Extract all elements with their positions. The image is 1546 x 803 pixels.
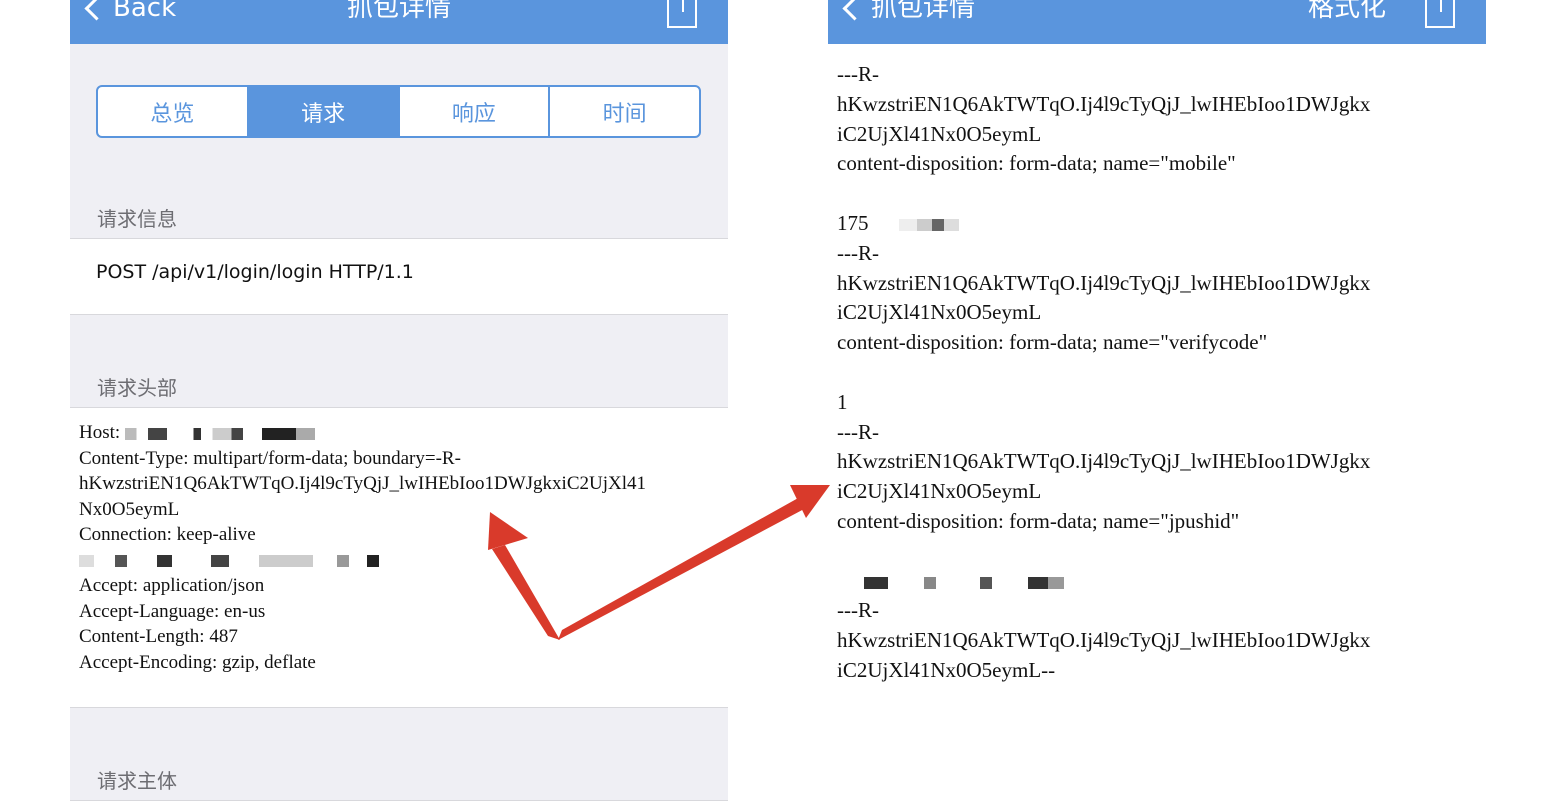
share-icon[interactable] <box>667 0 697 28</box>
body-line: iC2UjXl41Nx0O5eymL <box>837 121 1042 146</box>
body-line: hKwzstriEN1Q6AkTWTqO.Ij4l9cTyQjJ_lwIHEbI… <box>837 270 1371 295</box>
request-body-text: ---R-hKwzstriEN1Q6AkTWTqO.Ij4l9cTyQjJ_lw… <box>837 60 1477 686</box>
section-header-request-info: 请求信息 <box>97 207 177 231</box>
body-line: content-disposition: form-data; name="jp… <box>837 508 1240 533</box>
tab-timing[interactable]: 时间 <box>550 87 699 136</box>
body-line: hKwzstriEN1Q6AkTWTqO.Ij4l9cTyQjJ_lwIHEbI… <box>837 91 1371 116</box>
section-header-request-headers: 请求头部 <box>97 376 177 400</box>
header-boundary-end: Nx0O5eymL <box>79 498 180 520</box>
tab-request[interactable]: 请求 <box>248 87 400 136</box>
body-line: ---R- <box>837 62 879 86</box>
back-label: Back <box>113 0 177 23</box>
right-phone-screen: 抓包详情 格式化 ---R-hKwzstriEN1Q6AkTWTqO.Ij4l9… <box>828 0 1486 803</box>
header-connection: Connection: keep-alive <box>79 524 256 545</box>
left-phone-screen: Back 抓包详情 总览 请求 响应 时间 请求信息 POST /api/v1/… <box>70 0 728 803</box>
header-accept-language: Accept-Language: en-us <box>79 600 266 622</box>
body-line: 1 <box>837 389 848 414</box>
redacted-host <box>124 427 315 440</box>
header-accept: Accept: application/json <box>79 575 265 596</box>
body-line <box>837 567 1477 597</box>
redacted-jpushid <box>864 576 1064 589</box>
body-line: content-disposition: form-data; name="ve… <box>837 330 1268 355</box>
header-host: Host: <box>79 420 719 446</box>
header-content-type: Content-Type: multipart/form-data; bound… <box>79 447 461 469</box>
body-line: ---R- <box>837 419 879 444</box>
back-button-formatted[interactable]: 抓包详情 <box>840 0 975 26</box>
body-line: iC2UjXl41Nx0O5eymL <box>837 479 1042 504</box>
body-line: iC2UjXl41Nx0O5eymL-- <box>837 657 1056 682</box>
nav-bar: Back 抓包详情 <box>70 0 728 44</box>
segmented-control: 总览 请求 响应 时间 <box>96 85 701 138</box>
headers-text: Host: Content-Type: multipart/form-data;… <box>79 420 719 675</box>
request-line: POST /api/v1/login/login HTTP/1.1 <box>96 261 414 283</box>
tab-response[interactable]: 响应 <box>400 87 551 136</box>
body-line <box>837 537 1477 567</box>
header-boundary-cont: hKwzstriEN1Q6AkTWTqO.Ij4l9cTyQjJ_lwIHEbI… <box>79 473 647 494</box>
header-content-length: Content-Length: 487 <box>79 626 238 647</box>
body-line: iC2UjXl41Nx0O5eymL <box>837 300 1042 325</box>
share-icon[interactable] <box>1425 0 1455 28</box>
redacted-mobile <box>898 219 959 232</box>
format-button[interactable]: 格式化 <box>1308 0 1386 26</box>
back-button[interactable]: Back <box>82 0 176 26</box>
arrow-head-right <box>790 485 830 518</box>
body-line: ---R- <box>837 598 879 623</box>
body-line <box>837 358 1477 388</box>
header-redacted <box>79 548 719 574</box>
body-line: content-disposition: form-data; name="mo… <box>837 151 1236 176</box>
request-info-cell: POST /api/v1/login/login HTTP/1.1 <box>70 238 728 315</box>
chevron-left-icon <box>842 0 867 21</box>
body-line: hKwzstriEN1Q6AkTWTqO.Ij4l9cTyQjJ_lwIHEbI… <box>837 628 1371 653</box>
body-line <box>837 179 1477 209</box>
nav-bar-formatted: 抓包详情 格式化 <box>828 0 1486 44</box>
tab-overview[interactable]: 总览 <box>98 87 249 136</box>
header-accept-encoding: Accept-Encoding: gzip, deflate <box>79 651 316 673</box>
chevron-left-icon <box>84 0 109 21</box>
nav-title-left: 抓包详情 <box>871 0 976 23</box>
body-line: 175 <box>837 209 1477 239</box>
body-line: hKwzstriEN1Q6AkTWTqO.Ij4l9cTyQjJ_lwIHEbI… <box>837 449 1371 474</box>
request-headers-cell: Host: Content-Type: multipart/form-data;… <box>70 407 728 708</box>
body-line: ---R- <box>837 240 879 265</box>
section-header-request-body: 请求主体 <box>97 769 177 793</box>
